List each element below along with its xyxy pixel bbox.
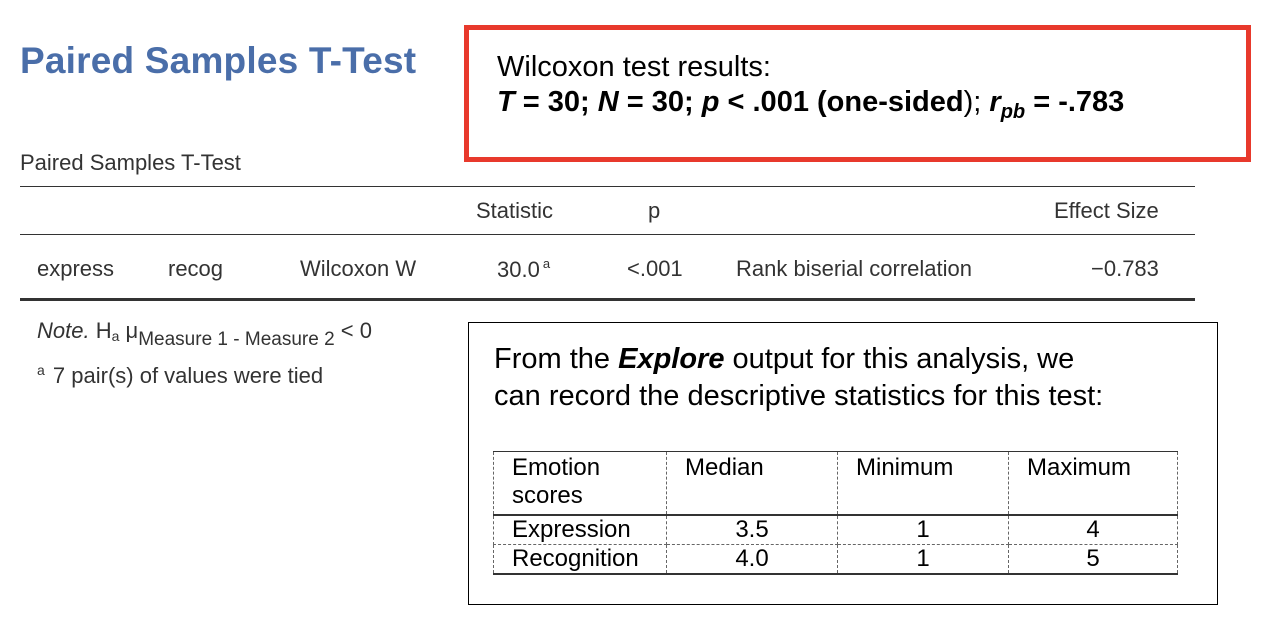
r-label: r — [989, 86, 1001, 118]
cell-measure1: express — [37, 256, 115, 281]
desc-header-median: Median — [666, 451, 838, 516]
explore-line-1: From the Explore output for this analysi… — [494, 341, 1103, 378]
table-footnote: a 7 pair(s) of values were tied — [37, 362, 323, 389]
p-value: < .001 (one-sided — [719, 86, 964, 118]
n-value: = 30; — [618, 86, 702, 118]
note-relation: < 0 — [340, 318, 372, 343]
page-title: Paired Samples T-Test — [20, 40, 417, 81]
cell-effect-value: −0.783 — [1091, 256, 1159, 281]
cell-test: Wilcoxon W — [300, 256, 417, 281]
results-box: Wilcoxon test results: T = 30; N = 30; p… — [464, 25, 1251, 162]
r-value: = -.783 — [1025, 86, 1125, 118]
table-top-rule — [20, 186, 1195, 187]
desc-header-minimum: Minimum — [837, 451, 1009, 516]
desc-row-2-median: 4.0 — [666, 544, 838, 575]
p-label: p — [701, 86, 720, 118]
header-statistic: Statistic — [476, 198, 554, 223]
table-row: Recognition 4.0 1 5 — [493, 544, 1178, 575]
table-note: Note. Ha μMeasure 1 - Measure 2 < 0 — [37, 318, 372, 351]
explore-text: From the Explore output for this analysi… — [494, 341, 1103, 415]
table-row: Expression 3.5 1 4 — [493, 515, 1178, 545]
note-mu: μ — [125, 318, 139, 343]
cell-effect-label: Rank biserial correlation — [736, 256, 972, 281]
descriptives-header-row: Emotion scores Median Minimum Maximum — [493, 451, 1178, 516]
results-line: T = 30; N = 30; p < .001 (one-sided); rp… — [497, 86, 1124, 124]
explore-line-1-post: output for this analysis, we — [724, 343, 1075, 375]
explore-line-2: can record the descriptive statistics fo… — [494, 380, 1104, 412]
cell-p: <.001 — [627, 256, 683, 281]
close-paren: ); — [963, 86, 990, 118]
explore-box: From the Explore output for this analysi… — [468, 322, 1218, 605]
note-h-subscript: a — [111, 328, 120, 344]
results-heading: Wilcoxon test results: — [497, 51, 771, 83]
note-measures: Measure 1 - Measure 2 — [138, 329, 335, 350]
t-label: T — [497, 86, 515, 118]
header-p: p — [648, 198, 661, 223]
desc-row-1-label: Expression — [493, 515, 667, 545]
footnote-marker: a — [37, 362, 45, 378]
footnote-text: 7 pair(s) of values were tied — [52, 363, 324, 388]
descriptives-table: Emotion scores Median Minimum Maximum Ex… — [493, 451, 1178, 575]
explore-line-1-pre: From the — [494, 343, 619, 375]
statistic-value: 30.0 — [497, 257, 540, 282]
table-caption: Paired Samples T-Test — [20, 150, 241, 175]
desc-row-1-maximum: 4 — [1008, 515, 1178, 545]
desc-row-2-minimum: 1 — [837, 544, 1009, 575]
explore-emphasis: Explore — [618, 343, 725, 375]
note-h: H — [95, 318, 112, 343]
desc-header-emotion: Emotion scores — [493, 451, 667, 516]
n-label: N — [597, 86, 619, 118]
desc-row-2-maximum: 5 — [1008, 544, 1178, 575]
desc-row-1-median: 3.5 — [666, 515, 838, 545]
desc-row-2-label: Recognition — [493, 544, 667, 575]
statistic-footnote-marker: a — [542, 256, 551, 271]
t-value: = 30; — [514, 86, 598, 118]
header-effect-size: Effect Size — [1054, 198, 1159, 223]
cell-measure2: recog — [168, 256, 224, 281]
note-prefix: Note. — [37, 318, 90, 343]
table-bottom-rule — [20, 298, 1195, 301]
desc-header-maximum: Maximum — [1008, 451, 1178, 516]
desc-row-1-minimum: 1 — [837, 515, 1009, 545]
cell-statistic: 30.0 a — [497, 256, 550, 283]
r-subscript: pb — [1000, 101, 1026, 123]
table-header-rule — [20, 234, 1195, 235]
